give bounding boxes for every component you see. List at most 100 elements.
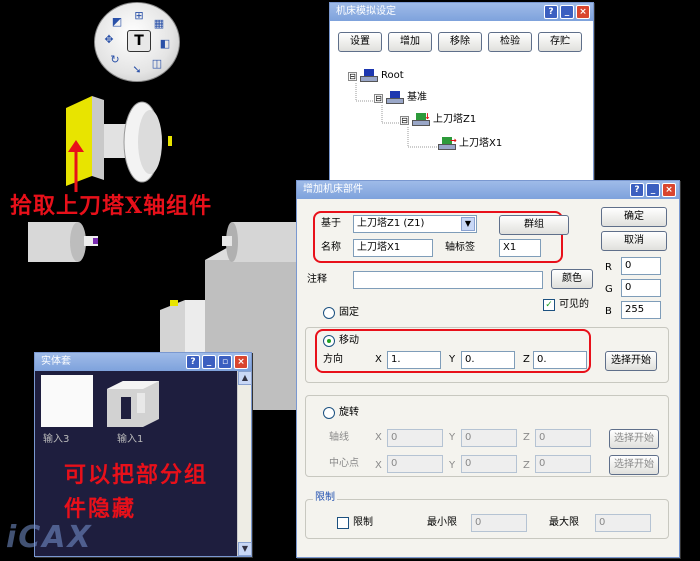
move-label: 移动 xyxy=(339,335,359,346)
rotate-radio[interactable] xyxy=(323,407,335,419)
dir-y-field[interactable]: 0. xyxy=(461,351,515,369)
hide-components-annotation: 可以把部分组件隐藏 xyxy=(64,458,214,526)
dir-x-label: X xyxy=(375,354,382,365)
minimize-icon[interactable]: _ xyxy=(202,355,216,369)
entity-title: 实体套 xyxy=(41,356,71,367)
move-icon[interactable]: ✥ xyxy=(101,33,117,47)
r-label: R xyxy=(605,262,612,273)
g-label: G xyxy=(605,284,613,295)
scroll-down-icon[interactable]: ▼ xyxy=(238,542,252,556)
visible-label: 可见的 xyxy=(559,299,589,310)
minimize-icon[interactable]: _ xyxy=(646,183,660,197)
group-button[interactable]: 群组 xyxy=(499,215,569,235)
name-field[interactable]: 上刀塔X1 xyxy=(353,239,433,257)
minimize-icon[interactable]: _ xyxy=(560,5,574,19)
center-point-label: 中心点 xyxy=(329,458,359,469)
add-component-window: 增加机床部件 ? _ × 基于 上刀塔Z1 (Z1) ▼ 群组 确定 取消 名称… xyxy=(296,180,680,558)
table-icon[interactable]: ⊞ xyxy=(131,9,147,23)
hide-components-text: 可以把部分组件隐藏 xyxy=(64,462,209,522)
lower-turret-face xyxy=(185,300,205,360)
cube-icon[interactable]: ◧ xyxy=(157,37,173,51)
dir-x-field[interactable]: 1. xyxy=(387,351,441,369)
add-component-title: 增加机床部件 xyxy=(303,184,363,195)
close-icon[interactable]: × xyxy=(662,183,676,197)
ctr-x-field[interactable]: 0 xyxy=(387,455,443,473)
block-icon[interactable]: ◩ xyxy=(109,15,125,29)
close-icon[interactable]: × xyxy=(576,5,590,19)
note-label: 注释 xyxy=(307,274,327,285)
b-field[interactable]: 255 xyxy=(621,301,661,319)
restore-icon[interactable]: ▫ xyxy=(218,355,232,369)
rotate-icon[interactable]: ↻ xyxy=(107,53,123,67)
close-icon[interactable]: × xyxy=(234,355,248,369)
ctr-z-field[interactable]: 0 xyxy=(535,455,591,473)
add-button[interactable]: 增加 xyxy=(388,32,432,52)
rot-y-label: Y xyxy=(449,432,456,443)
note-field[interactable] xyxy=(353,271,543,289)
add-component-titlebar[interactable]: 增加机床部件 ? _ × xyxy=(297,181,679,199)
scroll-up-icon[interactable]: ▲ xyxy=(238,371,252,385)
rotate-label: 旋转 xyxy=(339,407,359,418)
help-icon[interactable]: ? xyxy=(186,355,200,369)
max-limit-label: 最大限 xyxy=(549,517,579,528)
cylinder-icon[interactable]: ◫ xyxy=(149,57,165,71)
rot-z-field[interactable]: 0 xyxy=(535,429,591,447)
dir-z-label: Z xyxy=(523,354,530,365)
rot-y-field[interactable]: 0 xyxy=(461,429,517,447)
entity-item-label: 输入3 xyxy=(43,434,70,445)
base-select-value: 上刀塔Z1 (Z1) xyxy=(357,218,425,229)
axis-select-start-button[interactable]: 选择开始 xyxy=(609,429,659,449)
axis-label: 轴标签 xyxy=(445,242,475,253)
g-field[interactable]: 0 xyxy=(621,279,661,297)
fixed-radio[interactable] xyxy=(323,307,335,319)
spindle-cylinder xyxy=(232,222,300,262)
settings-button[interactable]: 设置 xyxy=(338,32,382,52)
move-select-start-button[interactable]: 选择开始 xyxy=(605,351,657,371)
arrow-icon[interactable]: ➘ xyxy=(129,63,145,77)
cancel-button[interactable]: 取消 xyxy=(601,231,667,251)
remove-button[interactable]: 移除 xyxy=(438,32,482,52)
name-label: 名称 xyxy=(321,242,341,253)
center-select-start-button[interactable]: 选择开始 xyxy=(609,455,659,475)
axis-field[interactable]: X1 xyxy=(499,239,541,257)
turret-yellow-marker xyxy=(168,136,172,146)
ctr-y-field[interactable]: 0 xyxy=(461,455,517,473)
move-radio[interactable] xyxy=(323,335,335,347)
visible-checkbox[interactable]: ✓ xyxy=(543,299,555,311)
entity-titlebar[interactable]: 实体套 ? _ ▫ × xyxy=(35,353,251,371)
chevron-down-icon[interactable]: ▼ xyxy=(461,217,475,231)
min-limit-label: 最小限 xyxy=(427,517,457,528)
color-button[interactable]: 颜色 xyxy=(551,269,593,289)
tool-menu-center-button[interactable]: T xyxy=(127,30,151,52)
dir-z-field[interactable]: 0. xyxy=(533,351,587,369)
tree-connector-lines xyxy=(355,83,438,148)
base-label: 基于 xyxy=(321,218,341,229)
entity-scrollbar[interactable]: ▲ ▼ xyxy=(237,371,252,556)
max-limit-field[interactable]: 0 xyxy=(595,514,651,532)
r-field[interactable]: 0 xyxy=(621,257,661,275)
entity-thumb-2[interactable] xyxy=(103,379,163,429)
save-button[interactable]: 存贮 xyxy=(538,32,582,52)
limit-check-label: 限制 xyxy=(353,517,373,528)
check-button[interactable]: 检验 xyxy=(488,32,532,52)
help-icon[interactable]: ? xyxy=(544,5,558,19)
b-label: B xyxy=(605,306,612,317)
ctr-z-label: Z xyxy=(523,460,530,471)
min-limit-field[interactable]: 0 xyxy=(471,514,527,532)
turret-disk-face xyxy=(138,110,162,174)
base-select[interactable]: 上刀塔Z1 (Z1) ▼ xyxy=(353,215,477,233)
lower-turret-marker xyxy=(170,300,178,306)
rot-z-label: Z xyxy=(523,432,530,443)
machine-config-titlebar[interactable]: 机床模拟设定 ? _ × xyxy=(330,3,593,21)
annotation-arrow xyxy=(68,140,84,192)
limit-checkbox[interactable] xyxy=(337,517,349,529)
spindle-nose xyxy=(222,236,232,246)
ok-button[interactable]: 确定 xyxy=(601,207,667,227)
dir-y-label: Y xyxy=(449,354,456,365)
radial-tool-menu[interactable]: ⊞ ▦ ◧ ◫ ➘ ↻ ✥ ◩ T xyxy=(94,2,180,82)
ctr-y-label: Y xyxy=(449,460,456,471)
grid-icon[interactable]: ▦ xyxy=(151,17,167,31)
rot-x-field[interactable]: 0 xyxy=(387,429,443,447)
help-icon[interactable]: ? xyxy=(630,183,644,197)
entity-thumb-1[interactable] xyxy=(41,375,93,427)
